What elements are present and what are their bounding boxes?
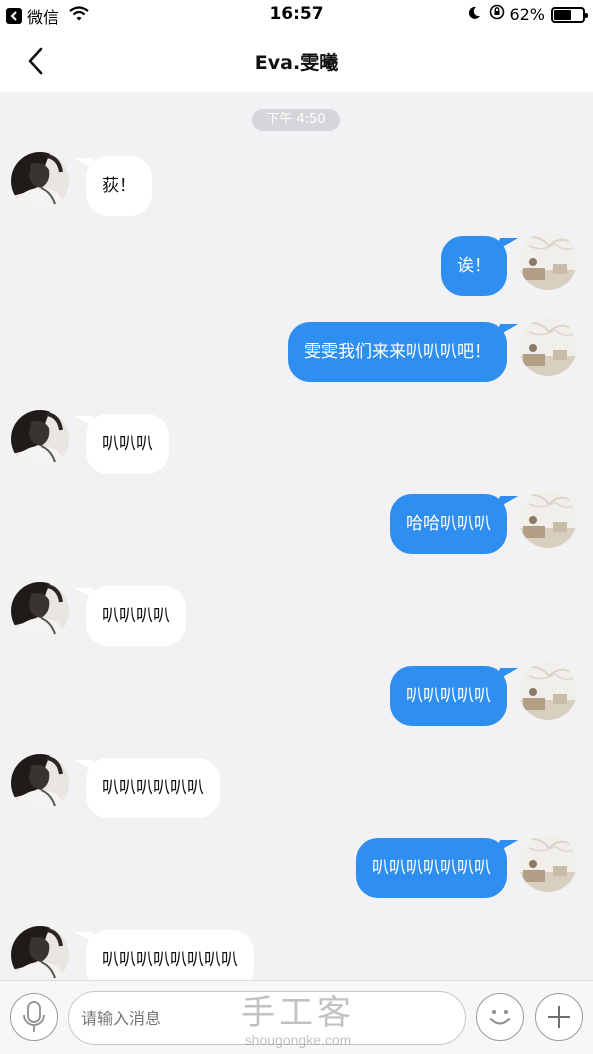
contact-avatar[interactable] <box>11 926 69 980</box>
plus-icon[interactable] <box>535 993 583 1041</box>
message-bubble[interactable]: 诶！ <box>441 236 507 296</box>
orientation-lock-icon <box>489 4 505 25</box>
message-bubble[interactable]: 叭叭叭叭叭叭叭叭 <box>86 930 254 980</box>
my-avatar[interactable] <box>519 834 577 892</box>
microphone-icon[interactable] <box>10 993 58 1041</box>
chat-title: Eva.雯曦 <box>254 52 339 74</box>
battery-icon <box>551 6 588 23</box>
contact-avatar[interactable] <box>11 582 69 640</box>
status-bar: 微信 16:57 62% <box>0 0 593 30</box>
message-bubble[interactable]: 哈哈叭叭叭 <box>390 494 507 554</box>
contact-avatar[interactable] <box>11 152 69 210</box>
message-bubble[interactable]: 叭叭叭叭叭 <box>390 666 507 726</box>
message-bubble[interactable]: 叭叭叭叭 <box>86 586 186 646</box>
timestamp-badge: 下午 4:50 <box>252 109 340 131</box>
message-bubble[interactable]: 叭叭叭 <box>86 414 169 474</box>
message-input[interactable] <box>68 991 466 1045</box>
contact-avatar[interactable] <box>11 410 69 468</box>
my-avatar[interactable] <box>519 490 577 548</box>
message-bubble[interactable]: 荻！ <box>86 156 152 216</box>
chat-area[interactable]: 下午 4:50 荻！ 诶！ 雯雯我们来来叭叭叭吧！ 叭叭叭 哈哈叭叭叭 叭叭叭叭 叭叭叭叭叭… <box>0 92 593 980</box>
my-avatar[interactable] <box>519 662 577 720</box>
battery-level-fill <box>554 9 571 20</box>
my-avatar[interactable] <box>519 232 577 290</box>
my-avatar[interactable] <box>519 318 577 376</box>
smiley-icon[interactable] <box>476 993 524 1041</box>
status-bar-right: 62% <box>467 4 588 25</box>
message-bubble[interactable]: 叭叭叭叭叭叭叭 <box>356 838 507 898</box>
message-bubble[interactable]: 叭叭叭叭叭叭 <box>86 758 220 818</box>
nav-bar: Eva.雯曦 <box>0 30 593 92</box>
moon-icon <box>467 5 481 25</box>
contact-avatar[interactable] <box>11 754 69 812</box>
battery-percent: 62% <box>509 5 545 24</box>
input-bar <box>0 980 593 1054</box>
message-bubble[interactable]: 雯雯我们来来叭叭叭吧！ <box>288 322 507 382</box>
